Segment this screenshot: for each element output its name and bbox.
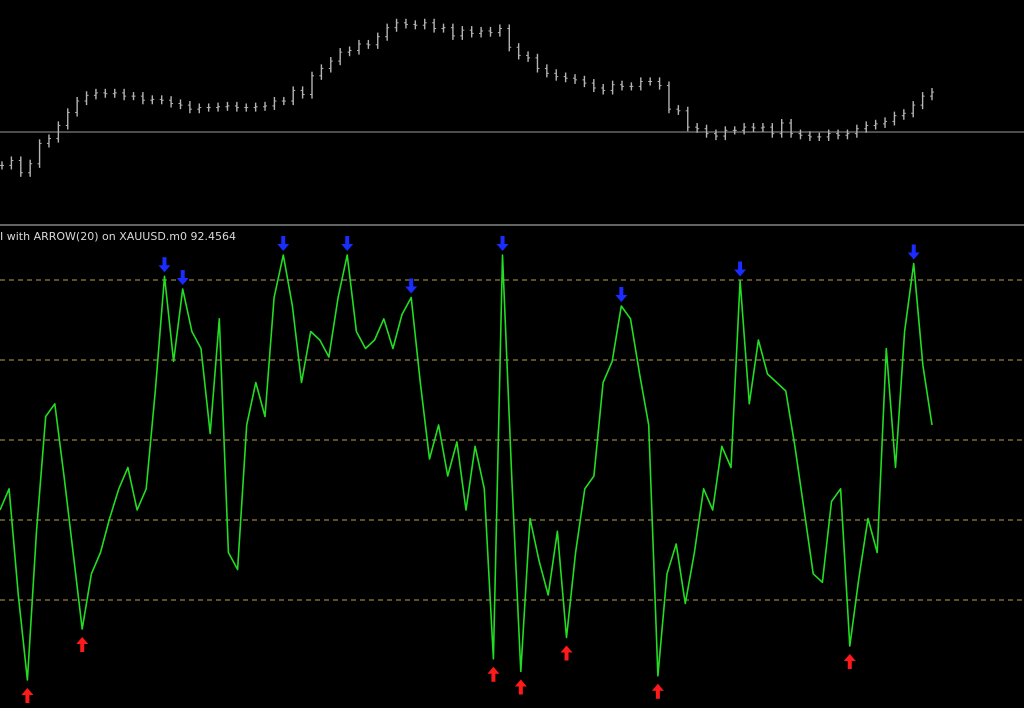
oscillator-line bbox=[0, 254, 933, 681]
indicator-panel bbox=[0, 236, 1024, 703]
buy-arrow bbox=[21, 688, 34, 703]
sell-arrow bbox=[176, 270, 189, 285]
sell-arrow bbox=[405, 278, 418, 294]
buy-arrow bbox=[514, 679, 527, 695]
sell-arrow bbox=[496, 236, 509, 251]
sell-arrow bbox=[907, 244, 920, 260]
sell-arrow bbox=[734, 261, 747, 277]
sell-arrow bbox=[615, 287, 628, 302]
buy-arrow bbox=[843, 654, 856, 669]
chart-window: I with ARROW(20) on XAUUSD.m0 92.4564 bbox=[0, 0, 1024, 708]
sell-arrow bbox=[341, 236, 354, 251]
buy-arrow bbox=[487, 666, 500, 682]
buy-arrow bbox=[651, 683, 664, 699]
buy-arrow bbox=[560, 645, 573, 661]
buy-arrow bbox=[76, 637, 89, 652]
sell-arrow bbox=[277, 236, 290, 251]
sell-arrow bbox=[158, 257, 171, 273]
indicator-label: I with ARROW(20) on XAUUSD.m0 92.4564 bbox=[0, 230, 237, 243]
